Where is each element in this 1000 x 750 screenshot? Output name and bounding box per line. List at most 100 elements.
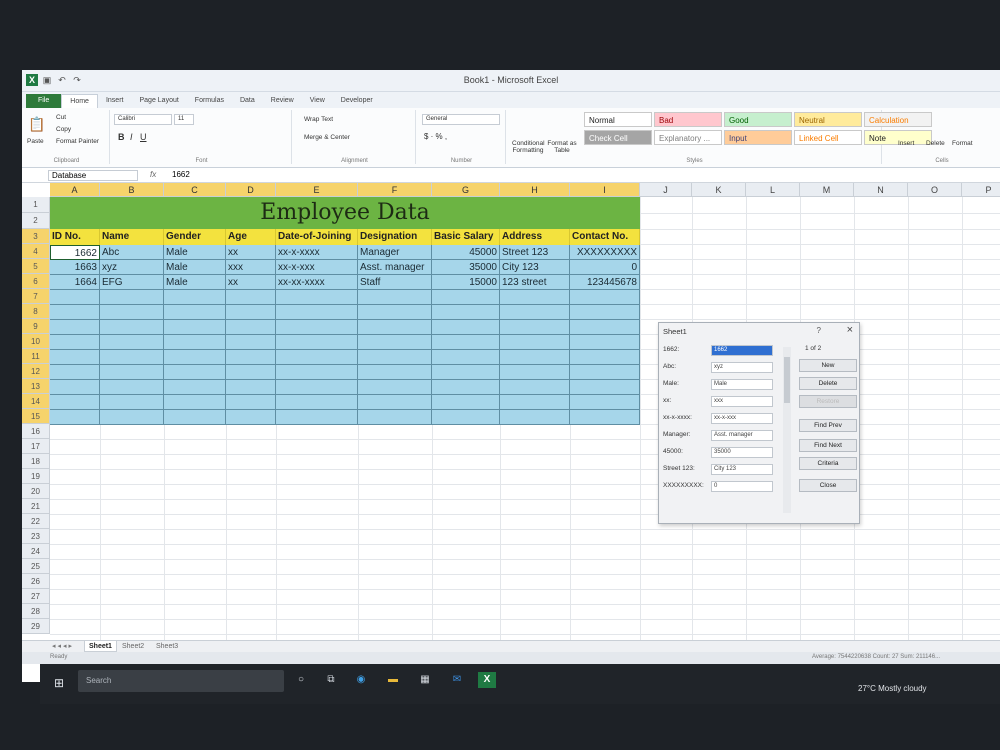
windows-start-icon[interactable]: ⊞ xyxy=(54,676,64,690)
row-header[interactable]: 29 xyxy=(22,619,50,634)
format-painter-button[interactable]: Format Painter xyxy=(56,138,99,145)
table-cell[interactable]: EFG xyxy=(100,275,164,290)
dialog-field-input[interactable]: xx-x-xxx xyxy=(711,413,773,424)
column-header[interactable]: K xyxy=(692,183,746,197)
column-header[interactable]: H xyxy=(500,183,570,197)
table-cell[interactable]: Asst. manager xyxy=(358,260,432,275)
copy-button[interactable]: Copy xyxy=(56,126,71,133)
table-cell[interactable] xyxy=(50,380,100,395)
table-cell[interactable] xyxy=(432,320,500,335)
row-header[interactable]: 16 xyxy=(22,424,50,439)
row-header[interactable]: 15 xyxy=(22,409,50,424)
taskbar-search-input[interactable]: Search xyxy=(78,670,284,692)
table-cell[interactable]: xyz xyxy=(100,260,164,275)
table-cell[interactable] xyxy=(358,395,432,410)
row-header[interactable]: 26 xyxy=(22,574,50,589)
table-cell[interactable] xyxy=(570,320,640,335)
table-cell[interactable] xyxy=(500,290,570,305)
table-cell[interactable] xyxy=(100,380,164,395)
row-header[interactable]: 13 xyxy=(22,379,50,394)
row-header[interactable]: 22 xyxy=(22,514,50,529)
table-cell[interactable] xyxy=(50,410,100,425)
table-header-cell[interactable]: Address xyxy=(500,229,570,245)
italic-button[interactable]: I xyxy=(130,132,133,142)
weather-widget[interactable]: 27°C Mostly cloudy xyxy=(858,684,927,693)
row-header[interactable]: 19 xyxy=(22,469,50,484)
table-cell[interactable] xyxy=(570,335,640,350)
dialog-field-input[interactable]: 0 xyxy=(711,481,773,492)
column-header[interactable]: O xyxy=(908,183,962,197)
table-cell[interactable] xyxy=(276,290,358,305)
table-cell[interactable] xyxy=(164,410,226,425)
paste-icon[interactable]: 📋 xyxy=(28,116,45,133)
dialog-button-new[interactable]: New xyxy=(799,359,857,372)
table-cell[interactable] xyxy=(276,350,358,365)
cell-style-swatch[interactable]: Normal xyxy=(584,112,652,127)
table-cell[interactable] xyxy=(226,290,276,305)
row-header[interactable]: 3 xyxy=(22,229,50,244)
table-cell[interactable] xyxy=(164,350,226,365)
row-header[interactable]: 2 xyxy=(22,213,50,229)
column-header[interactable]: D xyxy=(226,183,276,197)
tab-review[interactable]: Review xyxy=(263,94,302,108)
table-cell[interactable] xyxy=(100,335,164,350)
column-header[interactable]: B xyxy=(100,183,164,197)
dialog-field-input[interactable]: City 123 xyxy=(711,464,773,475)
table-cell[interactable] xyxy=(276,395,358,410)
table-cell[interactable] xyxy=(100,395,164,410)
table-header-cell[interactable]: Designation xyxy=(358,229,432,245)
table-cell[interactable] xyxy=(276,410,358,425)
table-cell[interactable]: Abc xyxy=(100,245,164,260)
table-cell[interactable] xyxy=(226,320,276,335)
underline-button[interactable]: U xyxy=(140,132,147,142)
table-cell[interactable] xyxy=(50,290,100,305)
table-cell[interactable]: Male xyxy=(164,260,226,275)
dialog-field-input[interactable]: 1662 xyxy=(711,345,773,356)
table-cell[interactable] xyxy=(358,305,432,320)
number-format-select[interactable]: General xyxy=(422,114,500,125)
cell-style-swatch[interactable]: Neutral xyxy=(794,112,862,127)
name-box[interactable]: Database xyxy=(48,170,138,181)
table-cell[interactable] xyxy=(570,305,640,320)
table-cell[interactable] xyxy=(432,305,500,320)
column-header[interactable]: C xyxy=(164,183,226,197)
row-header[interactable]: 10 xyxy=(22,334,50,349)
table-cell[interactable] xyxy=(570,350,640,365)
table-cell[interactable] xyxy=(500,395,570,410)
tab-view[interactable]: View xyxy=(302,94,333,108)
insert-cells-button[interactable]: Insert xyxy=(898,140,914,147)
table-cell[interactable]: Male xyxy=(164,275,226,290)
table-cell[interactable] xyxy=(432,350,500,365)
table-cell[interactable]: 15000 xyxy=(432,275,500,290)
sheet-tab-2[interactable]: Sheet2 xyxy=(118,641,148,652)
function-icon[interactable]: fx xyxy=(150,170,156,179)
sheet-tab-1[interactable]: Sheet1 xyxy=(84,641,117,652)
table-cell[interactable] xyxy=(50,365,100,380)
table-cell[interactable] xyxy=(164,335,226,350)
task-view-icon[interactable]: ⧉ xyxy=(322,672,340,688)
column-header[interactable]: J xyxy=(640,183,692,197)
dialog-field-input[interactable]: Male xyxy=(711,379,773,390)
table-cell[interactable] xyxy=(164,380,226,395)
table-cell[interactable] xyxy=(164,365,226,380)
column-header[interactable]: G xyxy=(432,183,500,197)
font-name-select[interactable]: Calibri xyxy=(114,114,172,125)
column-header[interactable]: N xyxy=(854,183,908,197)
dialog-field-input[interactable]: xyz xyxy=(711,362,773,373)
table-cell[interactable] xyxy=(570,380,640,395)
table-cell[interactable]: City 123 xyxy=(500,260,570,275)
table-cell[interactable] xyxy=(432,395,500,410)
delete-cells-button[interactable]: Delete xyxy=(926,140,945,147)
bold-button[interactable]: B xyxy=(118,132,125,142)
table-cell[interactable]: xx-x-xxx xyxy=(276,260,358,275)
row-header[interactable]: 27 xyxy=(22,589,50,604)
column-header[interactable]: P xyxy=(962,183,1000,197)
table-cell[interactable] xyxy=(358,350,432,365)
worksheet-grid[interactable]: ABCDEFGHIJKLMNOP 1 2 3 4 5 6 7 8 9 10 11 12 13 14 15 16… xyxy=(22,183,1000,653)
column-header[interactable]: M xyxy=(800,183,854,197)
table-cell[interactable] xyxy=(226,410,276,425)
table-cell[interactable] xyxy=(432,380,500,395)
table-cell[interactable] xyxy=(358,290,432,305)
table-cell[interactable] xyxy=(164,305,226,320)
table-cell[interactable]: xx xyxy=(226,275,276,290)
